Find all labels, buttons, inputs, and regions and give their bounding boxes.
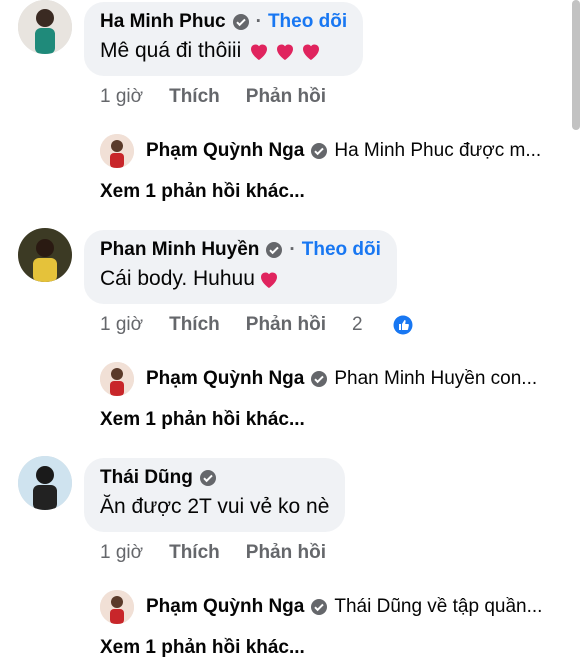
verified-badge-icon (265, 241, 283, 259)
comment-text: Cái body. Huhuu (100, 267, 255, 290)
avatar[interactable] (18, 228, 72, 282)
follow-button[interactable]: Theo dõi (268, 10, 347, 34)
reply-button[interactable]: Phản hồi (246, 314, 326, 336)
verified-badge-icon (199, 469, 217, 487)
reaction-count-value: 2 (352, 314, 363, 335)
comment-text: Ăn được 2T vui vẻ ko nè (100, 495, 330, 518)
heart-icon (251, 44, 268, 60)
reply-preview[interactable]: Phạm Quỳnh Nga Phan Minh Huyền con... (100, 362, 537, 396)
heart-icon (277, 44, 294, 60)
heart-emojis (247, 39, 325, 63)
like-button[interactable]: Thích (169, 86, 220, 108)
verified-badge-icon (232, 13, 250, 31)
commenter-name[interactable]: Phan Minh Huyền (100, 238, 259, 262)
like-button[interactable]: Thích (169, 542, 220, 564)
view-more-replies[interactable]: Xem 1 phản hồi khác... (100, 637, 305, 659)
avatar (100, 134, 134, 168)
reply-text: Ha Minh Phuc được m... (334, 140, 542, 161)
reply-author-name[interactable]: Phạm Quỳnh Nga (146, 368, 304, 390)
comment-time[interactable]: 1 giờ (100, 542, 143, 564)
verified-badge-icon (310, 598, 328, 616)
heart-icon (260, 272, 277, 288)
commenter-name[interactable]: Thái Dũng (100, 466, 193, 490)
heart-icon (303, 44, 320, 60)
view-more-replies[interactable]: Xem 1 phản hồi khác... (100, 409, 305, 431)
follow-button[interactable]: Theo dõi (302, 238, 381, 262)
comment-bubble: Thái Dũng Ăn được 2T vui vẻ ko nè (84, 458, 346, 532)
like-reaction-icon (393, 315, 413, 335)
verified-badge-icon (310, 142, 328, 160)
reply-preview[interactable]: Phạm Quỳnh Nga Thái Dũng về tập quần... (100, 590, 542, 624)
separator-dot: · (289, 239, 296, 260)
commenter-name[interactable]: Ha Minh Phuc (100, 10, 226, 34)
avatar[interactable] (18, 456, 72, 510)
comment-time[interactable]: 1 giờ (100, 314, 143, 336)
avatar (100, 590, 134, 624)
comment-text: Mê quá đi thôiii (100, 39, 242, 62)
reply-author-name[interactable]: Phạm Quỳnh Nga (146, 596, 304, 618)
reply-button[interactable]: Phản hồi (246, 542, 326, 564)
reply-text: Thái Dũng về tập quần... (334, 596, 543, 617)
avatar[interactable] (18, 0, 72, 54)
comment-bubble: Ha Minh Phuc · Theo dõi Mê quá đi thôiii (84, 2, 364, 76)
comment-bubble: Phan Minh Huyền · Theo dõi Cái body. Huh… (84, 230, 397, 304)
comment-time[interactable]: 1 giờ (100, 86, 143, 108)
avatar (100, 362, 134, 396)
separator-dot: · (255, 11, 262, 32)
reply-button[interactable]: Phản hồi (246, 86, 326, 108)
reaction-count[interactable]: 2 (352, 314, 413, 336)
verified-badge-icon (310, 370, 328, 388)
like-button[interactable]: Thích (169, 314, 220, 336)
scrollbar[interactable] (572, 0, 580, 130)
reply-author-name[interactable]: Phạm Quỳnh Nga (146, 140, 304, 162)
reply-text: Phan Minh Huyền con... (334, 368, 538, 389)
reply-preview[interactable]: Phạm Quỳnh Nga Ha Minh Phuc được m... (100, 134, 541, 168)
view-more-replies[interactable]: Xem 1 phản hồi khác... (100, 181, 305, 203)
